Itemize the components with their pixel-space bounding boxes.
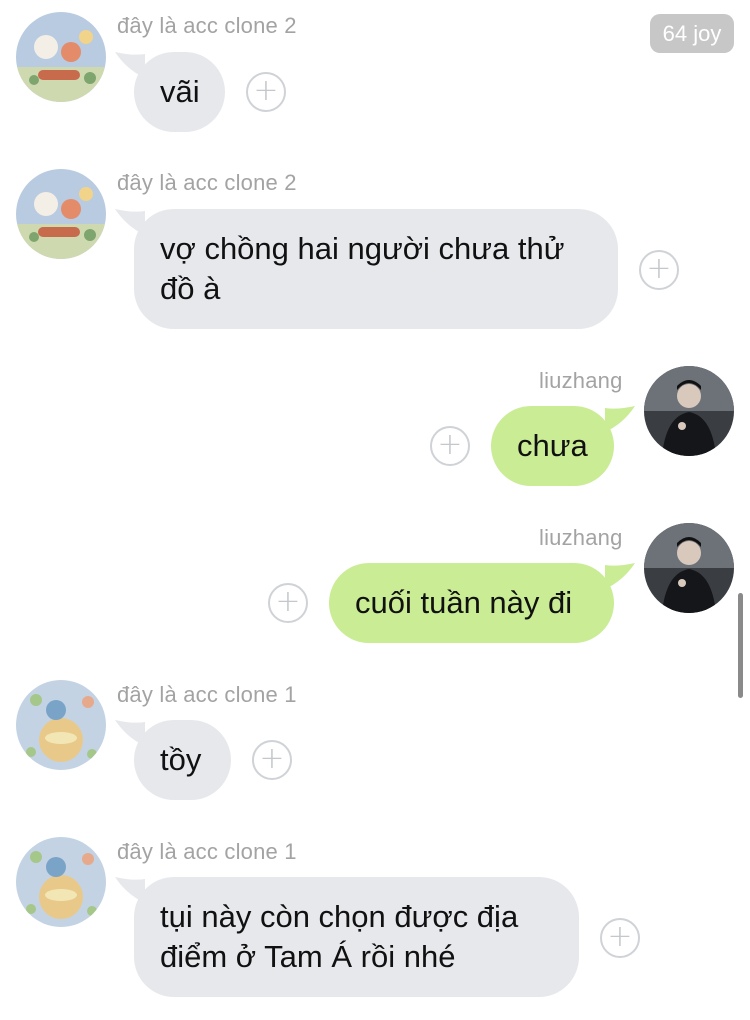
message-bubble[interactable]: chưa — [491, 406, 614, 486]
sender-name: đây là acc clone 2 — [117, 13, 297, 38]
message-bubble[interactable]: tụi này còn chọn được địa điểm ở Tam Á r… — [134, 877, 579, 997]
message-bubble[interactable]: cuối tuần này đi — [329, 563, 614, 643]
sender-name: liuzhang — [539, 368, 623, 393]
add-reaction-button[interactable]: + — [639, 250, 679, 290]
sender-name: đây là acc clone 1 — [117, 682, 297, 707]
scrollbar-thumb[interactable] — [738, 593, 743, 698]
message-text: tồy — [160, 742, 202, 777]
message-bubble[interactable]: tồy — [134, 720, 231, 800]
message-text: chưa — [517, 428, 588, 463]
add-reaction-button[interactable]: + — [246, 72, 286, 112]
add-reaction-button[interactable]: + — [252, 740, 292, 780]
message-text-line: điểm ở Tam Á rồi nhé — [160, 939, 456, 974]
chat-thread[interactable]: 64 joy đây là acc clone 2 vãi + đây là a… — [0, 0, 750, 1020]
add-reaction-button[interactable]: + — [600, 918, 640, 958]
message-bubble[interactable]: vãi — [134, 52, 225, 132]
message-text-line: đồ à — [160, 271, 221, 306]
message-bubble[interactable]: vợ chồng hai người chưa thử đồ à — [134, 209, 618, 329]
add-reaction-button[interactable]: + — [430, 426, 470, 466]
sender-name: đây là acc clone 1 — [117, 839, 297, 864]
avatar[interactable] — [16, 12, 106, 102]
message-text-line: tụi này còn chọn được địa — [160, 899, 519, 934]
add-reaction-button[interactable]: + — [268, 583, 308, 623]
message-text-line: vợ chồng hai người chưa thử — [160, 231, 565, 266]
joy-badge[interactable]: 64 joy — [650, 14, 734, 53]
avatar[interactable] — [644, 523, 734, 613]
avatar[interactable] — [16, 169, 106, 259]
sender-name: liuzhang — [539, 525, 623, 550]
message-text: vãi — [160, 74, 200, 109]
avatar[interactable] — [644, 366, 734, 456]
message-text: cuối tuần này đi — [355, 585, 573, 620]
avatar[interactable] — [16, 680, 106, 770]
sender-name: đây là acc clone 2 — [117, 170, 297, 195]
avatar[interactable] — [16, 837, 106, 927]
